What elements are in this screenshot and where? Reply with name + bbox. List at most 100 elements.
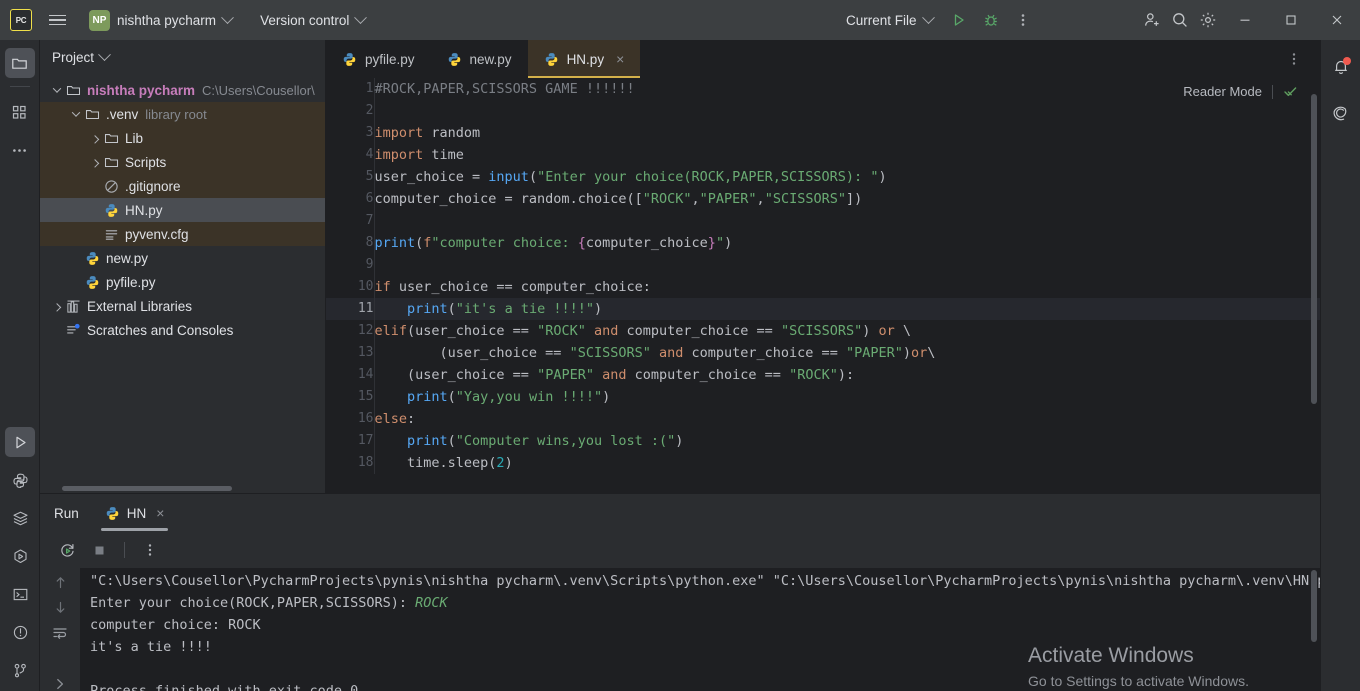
console-prompt-icon[interactable]: [48, 675, 72, 691]
add-user-icon[interactable]: [1138, 6, 1166, 34]
code-token: {: [577, 235, 586, 251]
code-token: ): [602, 389, 611, 405]
scroll-up-icon[interactable]: [48, 574, 72, 591]
run-configuration-selector[interactable]: Current File: [838, 9, 941, 32]
sidebar-item-version-control[interactable]: [5, 655, 35, 685]
code-line[interactable]: 9: [326, 254, 1320, 276]
chevron-down-icon[interactable]: [50, 84, 64, 93]
code-line[interactable]: 3 import random: [326, 122, 1320, 144]
sidebar-item-terminal[interactable]: [5, 579, 35, 609]
code-line-content: user_choice = input("Enter your choice(R…: [373, 166, 1320, 188]
console-output[interactable]: "C:\Users\Cousellor\PycharmProjects\pyni…: [40, 568, 1320, 691]
tree-node-hn-py[interactable]: HN.py: [40, 198, 325, 222]
code-line[interactable]: 17 print("Computer wins,you lost :("): [326, 430, 1320, 452]
code-token: "Computer wins,you lost :(": [455, 433, 676, 449]
chevron-right-icon[interactable]: [50, 303, 64, 312]
code-token: (user_choice ==: [374, 345, 570, 361]
minimize-button[interactable]: [1222, 0, 1268, 40]
stop-icon[interactable]: [86, 537, 112, 563]
tree-node-external-libraries[interactable]: External Libraries: [40, 294, 325, 318]
code-line[interactable]: 14 (user_choice == "PAPER" and computer_…: [326, 364, 1320, 386]
sidebar-item-run[interactable]: [5, 427, 35, 457]
code-line[interactable]: 7: [326, 210, 1320, 232]
sidebar-item-project[interactable]: [4, 48, 35, 78]
code-line[interactable]: 2: [326, 100, 1320, 122]
search-icon[interactable]: [1166, 6, 1194, 34]
code-line[interactable]: 1 #ROCK,PAPER,SCISSORS GAME !!!!!!: [326, 78, 1320, 100]
editor-tab-pyfile-py[interactable]: pyfile.py: [326, 40, 431, 78]
pycharm-logo-icon: PC: [10, 9, 32, 31]
tree-node-scripts[interactable]: Scripts: [40, 150, 325, 174]
run-button[interactable]: [945, 6, 973, 34]
rail-divider: [9, 86, 30, 87]
notifications-bell-icon[interactable]: [1326, 52, 1356, 82]
tree-node-scratches-and-consoles[interactable]: Scratches and Consoles: [40, 318, 325, 342]
toolbar-divider: [124, 542, 125, 558]
tree-node-pyvenv-cfg[interactable]: pyvenv.cfg: [40, 222, 325, 246]
rerun-icon[interactable]: [54, 537, 80, 563]
code-line[interactable]: 6 computer_choice = random.choice(["ROCK"…: [326, 188, 1320, 210]
tree-node-gitignore[interactable]: .gitignore: [40, 174, 325, 198]
main-menu-icon[interactable]: [44, 7, 70, 33]
sidebar-item-more-tools[interactable]: [5, 135, 35, 165]
debug-button[interactable]: [977, 6, 1005, 34]
chevron-right-icon[interactable]: [88, 135, 102, 144]
code-token: }: [707, 235, 716, 251]
sidebar-item-services[interactable]: [5, 503, 35, 533]
editor-vertical-scrollbar[interactable]: [1311, 94, 1317, 404]
sidebar-item-profiler[interactable]: [5, 541, 35, 571]
console-user-input: ROCK: [415, 595, 448, 611]
editor-tab-options-icon[interactable]: [1286, 40, 1302, 78]
gear-icon[interactable]: [1194, 6, 1222, 34]
code-line[interactable]: 8 print(f"computer choice: {computer_choi…: [326, 232, 1320, 254]
tree-node-nishtha-pycharm[interactable]: nishtha pycharm C:\Users\Cousellor\: [40, 78, 325, 102]
code-line[interactable]: 4 import time: [326, 144, 1320, 166]
tree-node-pyfile-py[interactable]: pyfile.py: [40, 270, 325, 294]
sidebar-item-commit[interactable]: [5, 97, 35, 127]
code-line[interactable]: 10 if user_choice == computer_choice:: [326, 276, 1320, 298]
tree-node-venv[interactable]: .venv library root: [40, 102, 325, 126]
python-file-icon: [102, 203, 120, 218]
close-button[interactable]: [1314, 0, 1360, 40]
close-icon[interactable]: ×: [616, 51, 624, 67]
project-tree-horizontal-scrollbar[interactable]: [62, 486, 232, 491]
version-control-menu[interactable]: Version control: [253, 10, 372, 31]
reader-mode-indicator[interactable]: Reader Mode: [1183, 84, 1298, 99]
code-token: "computer choice:: [431, 235, 578, 251]
run-panel-header: Run HN ×: [40, 494, 1320, 532]
ai-assistant-icon[interactable]: [1326, 98, 1356, 128]
code-line[interactable]: 15 print("Yay,you win !!!!"): [326, 386, 1320, 408]
editor-tab-HN-py[interactable]: HN.py ×: [527, 40, 641, 78]
soft-wrap-icon[interactable]: [48, 624, 72, 641]
run-toolbar-more-icon[interactable]: [137, 537, 163, 563]
code-line[interactable]: 12 elif(user_choice == "ROCK" and compute…: [326, 320, 1320, 342]
sidebar-item-problems[interactable]: [5, 617, 35, 647]
chevron-down-icon[interactable]: [69, 108, 83, 117]
code-editor[interactable]: Reader Mode 1 #ROCK,PAPER,SCISSORS GAME !…: [326, 78, 1320, 493]
code-token: user_choice =: [374, 169, 489, 185]
chevron-right-icon[interactable]: [88, 159, 102, 168]
code-line[interactable]: 5 user_choice = input("Enter your choice(…: [326, 166, 1320, 188]
code-line[interactable]: 16 else:: [326, 408, 1320, 430]
tree-node-lib[interactable]: Lib: [40, 126, 325, 150]
tree-node-new-py[interactable]: new.py: [40, 246, 325, 270]
version-control-label: Version control: [260, 12, 350, 28]
close-icon[interactable]: ×: [156, 505, 164, 521]
code-line[interactable]: 13 (user_choice == "SCISSORS" and comput…: [326, 342, 1320, 364]
sidebar-item-python-console[interactable]: [5, 465, 35, 495]
scroll-down-icon[interactable]: [48, 599, 72, 616]
code-line[interactable]: 11 print("it's a tie !!!!"): [326, 298, 1320, 320]
project-panel-header[interactable]: Project: [40, 40, 325, 74]
project-selector[interactable]: NP nishtha pycharm: [82, 7, 239, 34]
editor-tab-new-py[interactable]: new.py: [431, 40, 528, 78]
maximize-button[interactable]: [1268, 0, 1314, 40]
code-token: (user_choice ==: [374, 367, 538, 383]
python-file-icon: [83, 275, 101, 290]
title-bar: PC NP nishtha pycharm Version control Cu…: [0, 0, 1360, 40]
run-session-tab[interactable]: HN ×: [100, 494, 169, 532]
code-line[interactable]: 18 time.sleep(2): [326, 452, 1320, 474]
console-vertical-scrollbar[interactable]: [1311, 570, 1317, 642]
run-more-button[interactable]: [1009, 6, 1037, 34]
